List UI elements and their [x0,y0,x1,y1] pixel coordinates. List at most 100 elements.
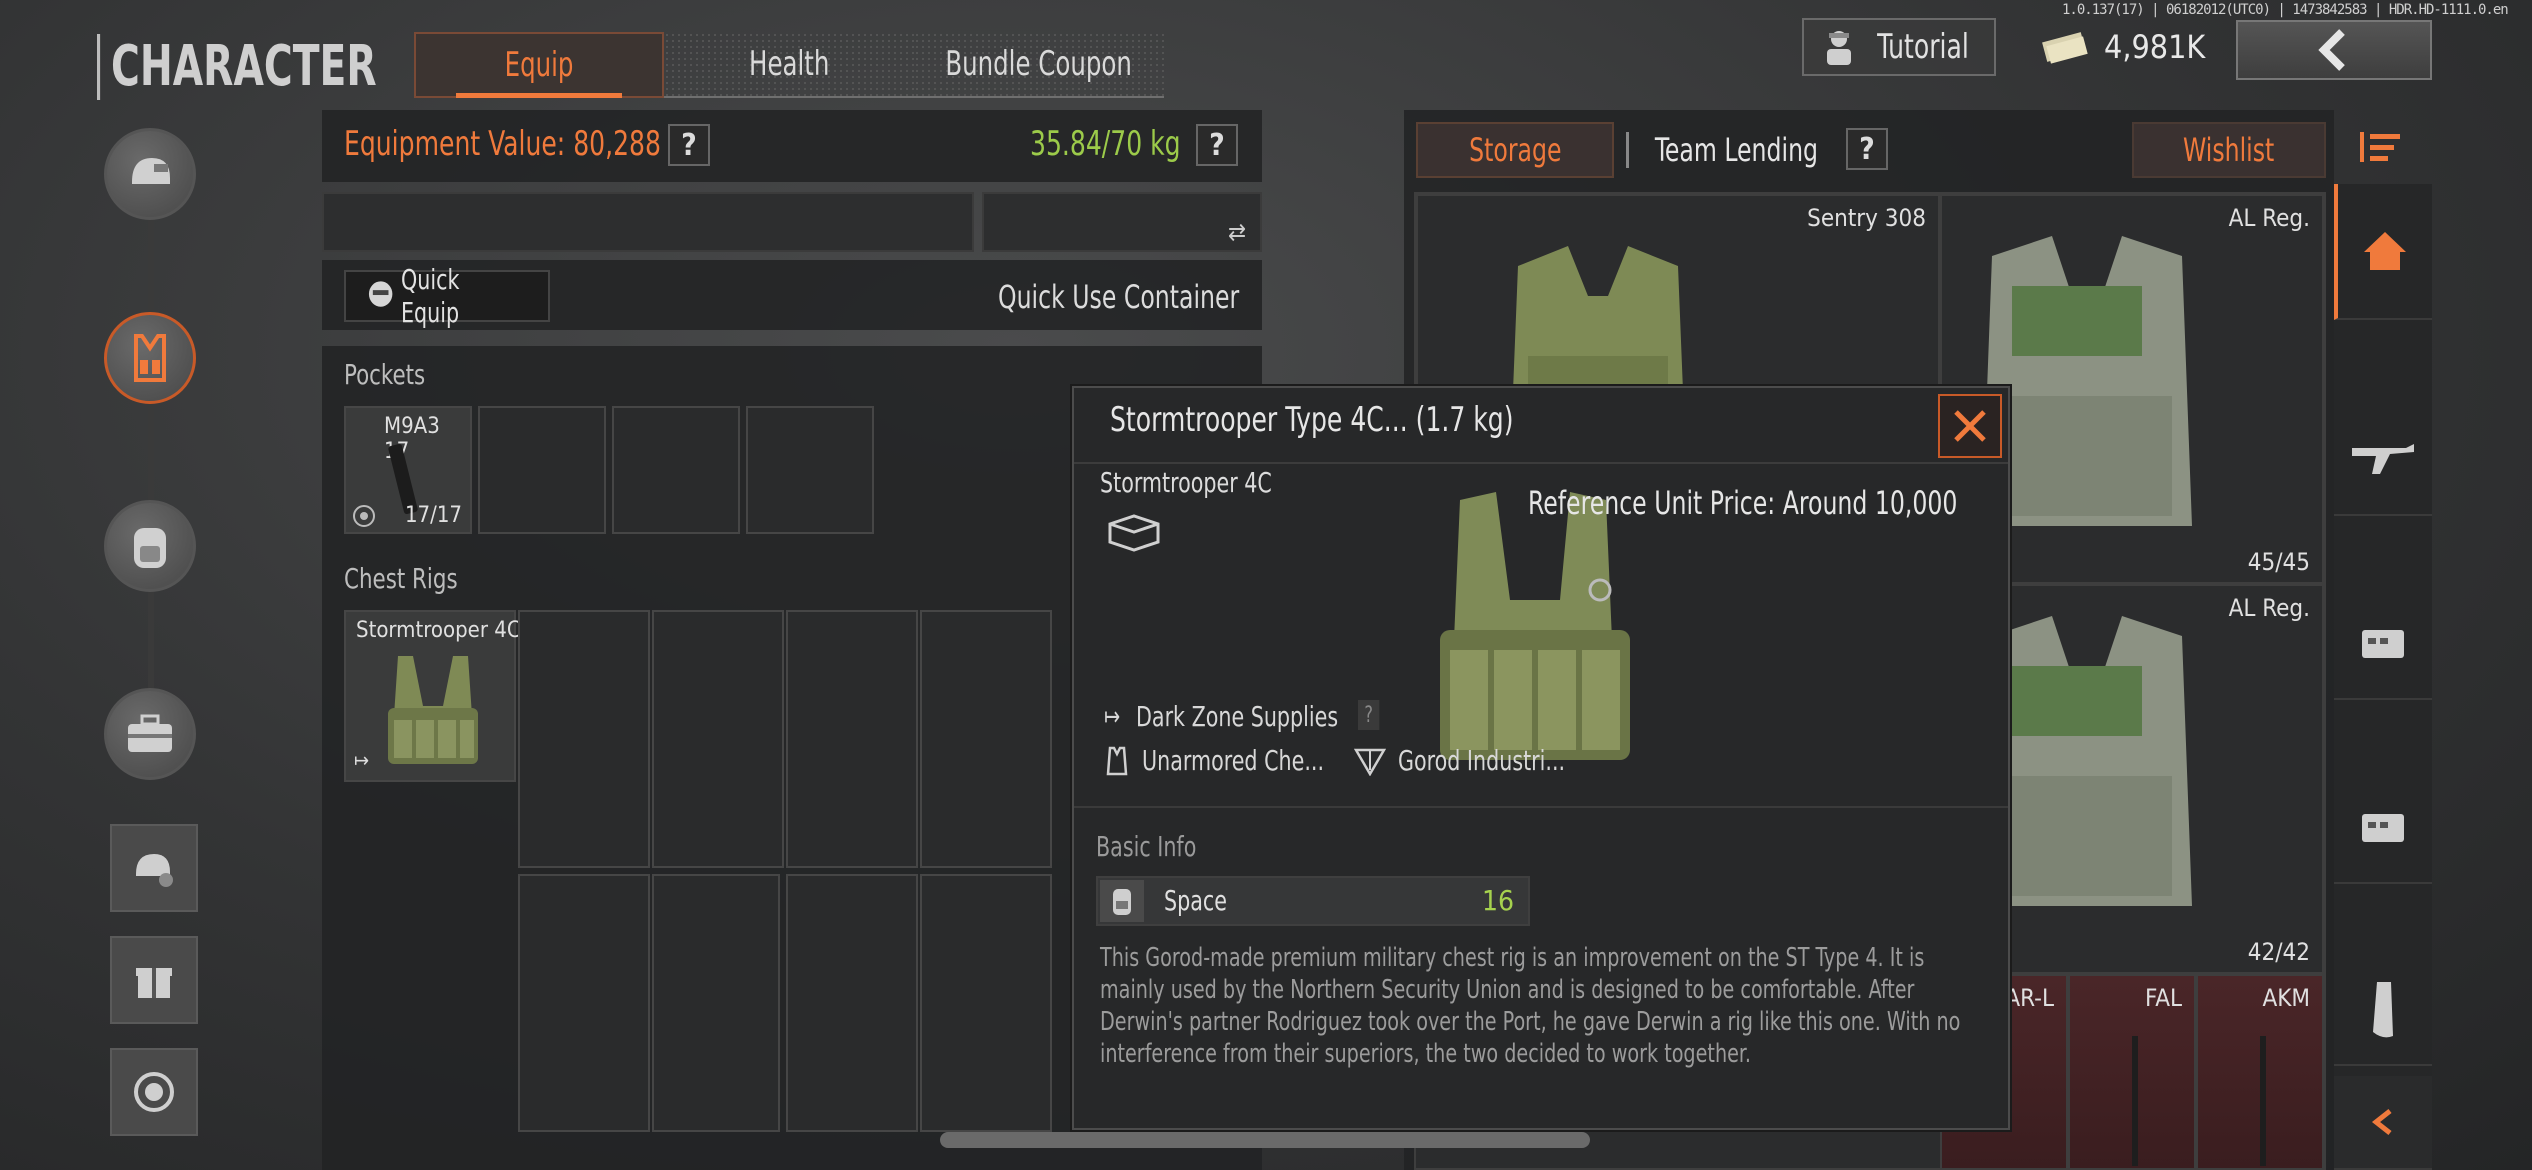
space-label: Space [1164,884,1227,917]
rail-exchange-button[interactable] [110,1048,198,1136]
quick-use-container[interactable]: Quick Use Container [998,278,1292,316]
helmet-gear-icon [136,854,173,887]
pocket-slot[interactable] [746,406,874,534]
exit-icon: ↦ [354,748,370,772]
build-version: 1.0.137(17) | 06182012(UTC0) | 147384258… [2062,2,2509,18]
wishlist-button[interactable]: Wishlist [2132,122,2326,178]
divider [1074,462,2008,464]
home-icon [2364,232,2406,270]
chest-rigs-label: Chest Rigs [344,562,458,595]
rig-compartment[interactable] [652,610,784,868]
cash-icon [2042,32,2088,64]
tab-health[interactable]: Health [664,32,914,98]
rail-backpack-button[interactable] [104,500,196,592]
space-value: 16 [1482,884,1515,917]
tutorial-button[interactable]: Tutorial [1802,18,1996,76]
storage-item[interactable]: AKM [2196,974,2324,1170]
item-label: AL Reg. [2228,204,2310,232]
category-magazines[interactable] [2334,956,2432,1066]
rail-helmet-button[interactable] [104,128,196,220]
case-icon [128,714,172,752]
weight-help-button[interactable]: ? [1196,124,1238,166]
pockets-label: Pockets [344,358,426,391]
rail-case-button[interactable] [104,688,196,780]
tab-storage[interactable]: Storage [1416,122,1614,178]
rig-compartment[interactable] [652,874,780,1132]
swap-icon[interactable]: ⇄ [1228,218,1246,246]
close-button[interactable] [1938,394,2002,458]
source-help-button[interactable]: ? [1358,700,1380,730]
basic-info-label: Basic Info [1096,830,1197,863]
sort-icon[interactable] [2356,128,2406,172]
storage-help-button[interactable]: ? [1846,128,1888,170]
quick-equip-button[interactable]: Quick Equip [344,263,550,329]
exchange-icon [134,1072,174,1112]
mask-icon [368,281,393,307]
rig-compartment[interactable] [920,610,1052,868]
item-label: AL Reg. [2228,594,2310,622]
item-description: This Gorod-made premium military chest r… [1100,943,1961,1069]
equipment-slot-bar-secondary[interactable] [982,192,1262,252]
rail-line [148,140,154,760]
pocket-slot[interactable] [612,406,740,534]
tab-team-lending[interactable]: Team Lending [1636,122,1836,178]
gift-icon [136,968,172,998]
magazine-icon [2373,982,2393,1038]
soldier-icon [1827,31,1852,65]
rig-compartment[interactable] [920,874,1052,1132]
item-count: 45/45 [2247,548,2310,576]
type-tag: Unarmored Che... [1104,744,1364,777]
armor-plate-icon [2362,630,2404,658]
chest-rig-name: Stormtrooper 4C [356,618,521,643]
tab-equip[interactable]: Equip [414,32,664,98]
category-armor[interactable] [2334,590,2432,700]
chevron-left-icon [2318,29,2345,71]
box-icon [1106,512,1162,556]
rig-compartment[interactable] [518,874,650,1132]
storage-item[interactable]: FAL [2068,974,2196,1170]
money-amount: 4,981K [2104,28,2206,66]
close-icon [1954,410,1986,442]
horizontal-scrollbar[interactable] [940,1132,1590,1148]
space-stat-bar [1096,876,1530,926]
equipment-value-help-button[interactable]: ? [668,124,710,166]
brand-logo-icon [1354,748,1386,776]
chest-rig-slot[interactable]: Stormtrooper 4C ↦ [344,610,521,782]
rail-gift-button[interactable] [110,936,198,1024]
item-label: Sentry 308 [1807,204,1926,232]
category-home[interactable] [2334,184,2432,320]
item-image-chest-rig [1440,492,1630,760]
vest-type-icon [1106,746,1128,775]
backpack-icon [134,528,166,568]
rifle-image [2132,1036,2138,1166]
rig-compartment[interactable] [518,610,650,868]
rail-rig-button[interactable] [104,312,196,404]
item-label: FAL [2144,984,2182,1012]
tab-bundle-coupon[interactable]: Bundle Coupon [914,32,1164,98]
popup-title: Stormtrooper Type 4C... (1.7 kg) [1110,400,1514,440]
chevron-left-icon [2371,1109,2392,1135]
divider [1074,806,2008,808]
rifle-icon [2352,444,2414,474]
collapse-rail-button[interactable] [2334,1076,2432,1170]
source-tag: ↦ Dark Zone Supplies ? [1104,700,1382,733]
pocket-slot[interactable]: M9A3 17 17/17 [344,406,472,534]
backpack-stat-icon [1100,880,1144,922]
pocket-item-count: 17/17 [404,503,462,528]
back-button[interactable] [2236,20,2432,80]
pocket-slot[interactable] [478,406,606,534]
equipment-slot-bar[interactable] [322,192,974,252]
rig-compartment[interactable] [786,610,918,868]
helmet-icon [132,158,170,184]
rig-compartment[interactable] [786,874,918,1132]
vest-icon [134,334,166,382]
category-weapons[interactable] [2334,406,2432,516]
item-count: 42/42 [2247,938,2310,966]
category-rigs[interactable] [2334,774,2432,884]
rail-attachment-button[interactable] [110,824,198,912]
tab-divider [1626,132,1629,168]
lock-badge-icon [353,505,375,527]
currency-display: 4,981K [2040,22,2205,72]
chest-rig-image [388,656,478,764]
rifle-image [2260,1036,2266,1166]
